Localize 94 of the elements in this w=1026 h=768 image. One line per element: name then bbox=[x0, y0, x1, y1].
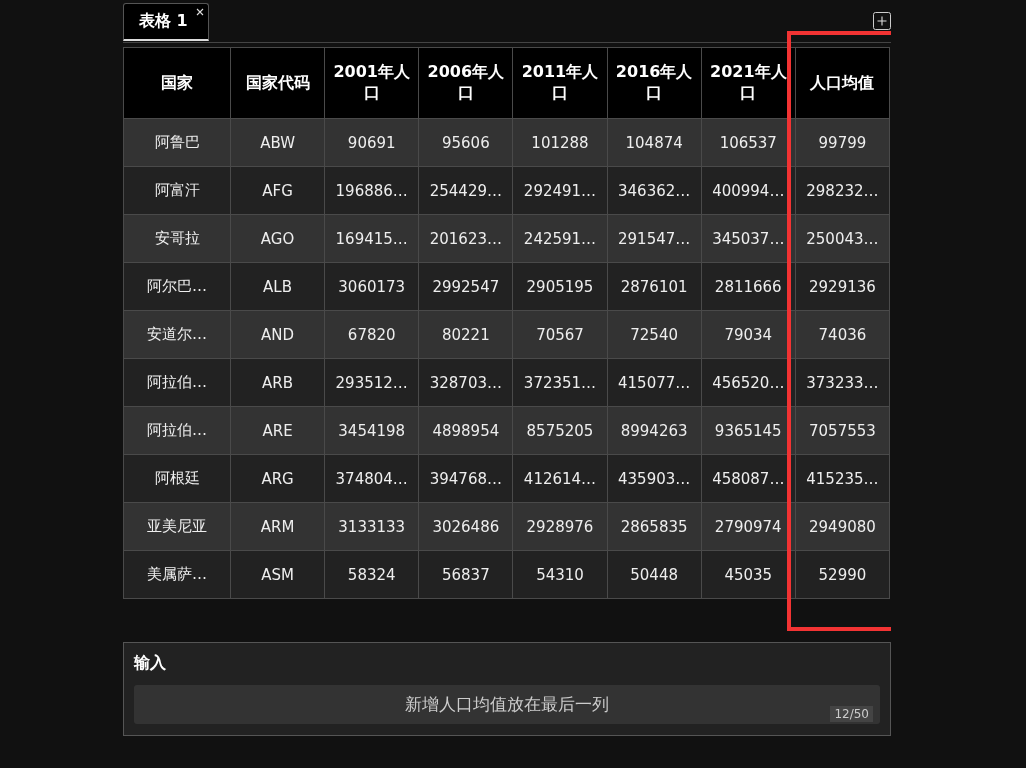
table-cell: ARB bbox=[230, 358, 325, 407]
table-cell: 79034 bbox=[701, 310, 796, 359]
column-header: 2011年人口 bbox=[512, 47, 608, 119]
table-cell: 435903… bbox=[607, 454, 702, 503]
column-header: 2006年人口 bbox=[418, 47, 513, 119]
table-cell: AFG bbox=[230, 166, 325, 215]
input-title: 输入 bbox=[134, 653, 167, 674]
table-cell: ARE bbox=[230, 406, 325, 455]
table-cell: 3060173 bbox=[324, 262, 419, 311]
table-cell: 250043… bbox=[795, 214, 890, 263]
table-cell: 74036 bbox=[795, 310, 890, 359]
character-counter: 12/50 bbox=[830, 706, 873, 722]
table-cell: 3133133 bbox=[324, 502, 419, 551]
column-header: 2001年人口 bbox=[324, 47, 419, 119]
table-cell: 阿拉伯… bbox=[123, 358, 231, 407]
table-cell: 阿鲁巴 bbox=[123, 118, 231, 167]
table-cell: 293512… bbox=[324, 358, 419, 407]
input-field[interactable]: 新增人口均值放在最后一列 12/50 bbox=[134, 685, 880, 724]
table-cell: 70567 bbox=[512, 310, 608, 359]
table-cell: 2929136 bbox=[795, 262, 890, 311]
table-cell: 104874 bbox=[607, 118, 702, 167]
table-cell: 2790974 bbox=[701, 502, 796, 551]
table-cell: 2949080 bbox=[795, 502, 890, 551]
table-cell: 458087… bbox=[701, 454, 796, 503]
table-cell: 372351… bbox=[512, 358, 608, 407]
table-cell: 346362… bbox=[607, 166, 702, 215]
table-cell: ARG bbox=[230, 454, 325, 503]
table-cell: 3454198 bbox=[324, 406, 419, 455]
table-cell: 328703… bbox=[418, 358, 513, 407]
table-cell: ARM bbox=[230, 502, 325, 551]
table-cell: 安道尔… bbox=[123, 310, 231, 359]
table-cell: 8575205 bbox=[512, 406, 608, 455]
sheet-tab[interactable]: 表格 1 bbox=[123, 3, 209, 41]
table-cell: 298232… bbox=[795, 166, 890, 215]
table-cell: AGO bbox=[230, 214, 325, 263]
close-icon[interactable] bbox=[196, 8, 204, 16]
table-cell: 2992547 bbox=[418, 262, 513, 311]
table-cell: 美属萨… bbox=[123, 550, 231, 599]
table-cell: 415235… bbox=[795, 454, 890, 503]
table-cell: ABW bbox=[230, 118, 325, 167]
table-cell: 7057553 bbox=[795, 406, 890, 455]
table-cell: ASM bbox=[230, 550, 325, 599]
table-cell: 196886… bbox=[324, 166, 419, 215]
table-cell: 2876101 bbox=[607, 262, 702, 311]
table-cell: 345037… bbox=[701, 214, 796, 263]
table-cell: 95606 bbox=[418, 118, 513, 167]
table-cell: 292491… bbox=[512, 166, 608, 215]
table-cell: 56837 bbox=[418, 550, 513, 599]
table-cell: 2811666 bbox=[701, 262, 796, 311]
table-cell: 106537 bbox=[701, 118, 796, 167]
table-cell: 254429… bbox=[418, 166, 513, 215]
table-cell: 80221 bbox=[418, 310, 513, 359]
column-header: 国家 bbox=[123, 47, 231, 119]
table-cell: 90691 bbox=[324, 118, 419, 167]
column-header: 2021年人口 bbox=[701, 47, 796, 119]
table-cell: 50448 bbox=[607, 550, 702, 599]
table-cell: 394768… bbox=[418, 454, 513, 503]
table-cell: 242591… bbox=[512, 214, 608, 263]
table-cell: 101288 bbox=[512, 118, 608, 167]
table-cell: 291547… bbox=[607, 214, 702, 263]
table-cell: 阿拉伯… bbox=[123, 406, 231, 455]
table-cell: 8994263 bbox=[607, 406, 702, 455]
table-cell: 阿根廷 bbox=[123, 454, 231, 503]
table-cell: 374804… bbox=[324, 454, 419, 503]
table-cell: ALB bbox=[230, 262, 325, 311]
table-cell: 373233… bbox=[795, 358, 890, 407]
table-cell: 58324 bbox=[324, 550, 419, 599]
table-cell: 2905195 bbox=[512, 262, 608, 311]
table-cell: 2928976 bbox=[512, 502, 608, 551]
table-cell: 阿富汗 bbox=[123, 166, 231, 215]
table-cell: 阿尔巴… bbox=[123, 262, 231, 311]
column-header: 国家代码 bbox=[230, 47, 325, 119]
table-cell: 2865835 bbox=[607, 502, 702, 551]
table-cell: 99799 bbox=[795, 118, 890, 167]
table-cell: 72540 bbox=[607, 310, 702, 359]
table-cell: 9365145 bbox=[701, 406, 796, 455]
table-cell: 安哥拉 bbox=[123, 214, 231, 263]
table-cell: 67820 bbox=[324, 310, 419, 359]
column-header: 人口均值 bbox=[795, 47, 890, 119]
table-cell: 45035 bbox=[701, 550, 796, 599]
table-cell: 4898954 bbox=[418, 406, 513, 455]
table-cell: 3026486 bbox=[418, 502, 513, 551]
table-cell: 415077… bbox=[607, 358, 702, 407]
table-cell: 400994… bbox=[701, 166, 796, 215]
table-cell: 201623… bbox=[418, 214, 513, 263]
add-icon[interactable] bbox=[873, 12, 891, 30]
table-cell: 54310 bbox=[512, 550, 608, 599]
column-header: 2016年人口 bbox=[607, 47, 702, 119]
table-cell: AND bbox=[230, 310, 325, 359]
table-cell: 52990 bbox=[795, 550, 890, 599]
table-cell: 412614… bbox=[512, 454, 608, 503]
table-cell: 亚美尼亚 bbox=[123, 502, 231, 551]
table-cell: 169415… bbox=[324, 214, 419, 263]
table-cell: 456520… bbox=[701, 358, 796, 407]
